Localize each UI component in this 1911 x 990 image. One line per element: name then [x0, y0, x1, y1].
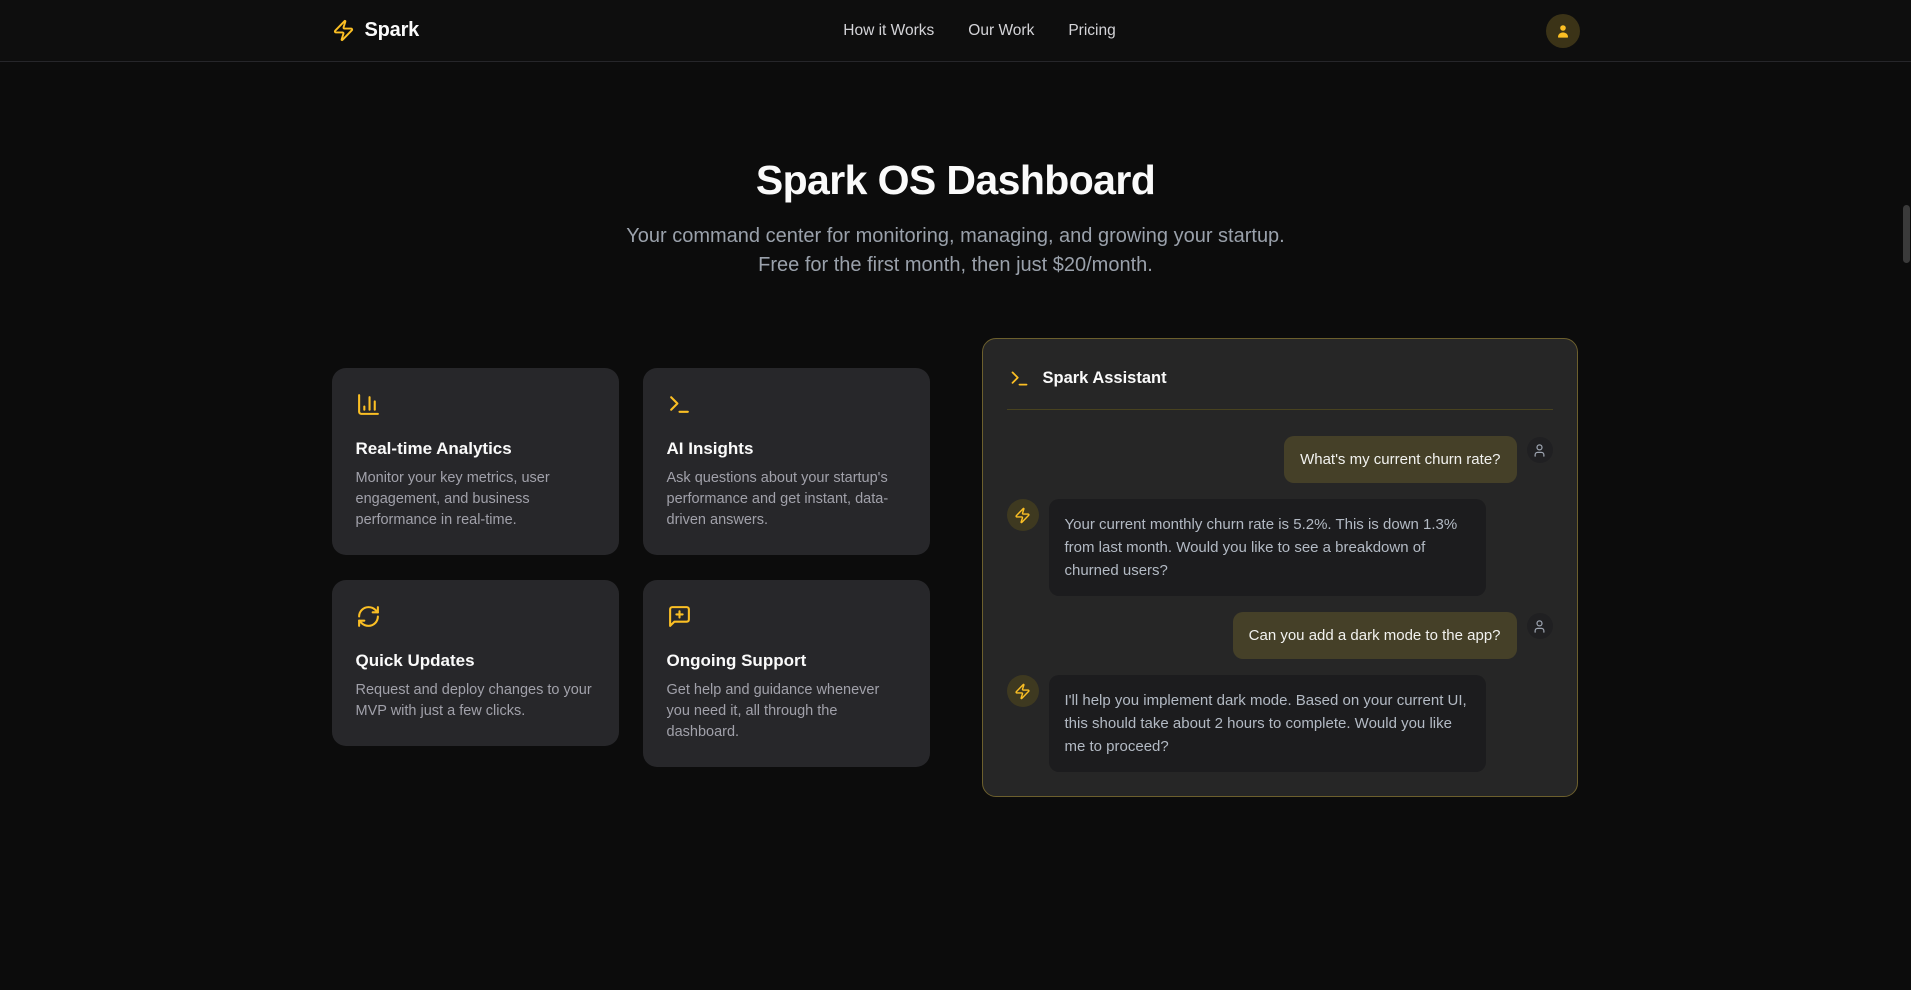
assistant-panel-header: Spark Assistant [1007, 363, 1553, 410]
nav-link[interactable]: Our Work [968, 22, 1034, 40]
chat-bubble: Your current monthly churn rate is 5.2%.… [1049, 499, 1486, 596]
feature-card: Quick Updates Request and deploy changes… [332, 580, 619, 746]
main-nav: How it Works Our Work Pricing [843, 22, 1115, 40]
assistant-avatar [1007, 675, 1039, 707]
feature-description: Monitor your key metrics, user engagemen… [356, 468, 595, 531]
feature-title: AI Insights [667, 439, 906, 459]
chart-column-icon [356, 392, 381, 417]
feature-title: Quick Updates [356, 651, 595, 671]
assistant-panel: Spark Assistant What's my current churn … [982, 338, 1578, 797]
main-content: Real-time Analytics Monitor your key met… [332, 338, 1580, 797]
chat-bubble: I'll help you implement dark mode. Based… [1049, 675, 1486, 772]
feature-card: Ongoing Support Get help and guidance wh… [643, 580, 930, 767]
feature-card: Real-time Analytics Monitor your key met… [332, 368, 619, 555]
user-icon [1555, 23, 1571, 39]
feature-title: Real-time Analytics [356, 439, 595, 459]
feature-description: Ask questions about your startup's perfo… [667, 468, 906, 531]
terminal-icon [1009, 368, 1030, 389]
nav-link[interactable]: Pricing [1068, 22, 1115, 40]
lightning-bolt-icon [332, 19, 355, 42]
chat-message-list: What's my current churn rate? Your curre… [1007, 436, 1553, 772]
message-plus-icon [667, 604, 692, 629]
hero-section: Spark OS Dashboard Your command center f… [0, 62, 1911, 280]
page-title: Spark OS Dashboard [0, 156, 1911, 204]
chat-message-row: What's my current churn rate? [1007, 436, 1553, 483]
lightning-bolt-icon [1014, 683, 1031, 700]
user-icon [1532, 619, 1547, 634]
user-avatar-button[interactable] [1546, 14, 1580, 48]
nav-link[interactable]: How it Works [843, 22, 934, 40]
feature-card: AI Insights Ask questions about your sta… [643, 368, 930, 555]
brand-name: Spark [365, 19, 420, 42]
page-subtitle: Your command center for monitoring, mana… [606, 222, 1306, 280]
user-avatar [1527, 613, 1553, 639]
brand-logo[interactable]: Spark [332, 19, 420, 42]
navbar: Spark How it Works Our Work Pricing [0, 0, 1911, 62]
user-avatar [1527, 437, 1553, 463]
user-icon [1532, 443, 1547, 458]
lightning-bolt-icon [1014, 507, 1031, 524]
assistant-panel-title: Spark Assistant [1043, 369, 1167, 388]
chat-message-row: Can you add a dark mode to the app? [1007, 612, 1553, 659]
feature-title: Ongoing Support [667, 651, 906, 671]
terminal-icon [667, 392, 692, 417]
vertical-scrollbar-thumb[interactable] [1903, 205, 1910, 263]
feature-description: Request and deploy changes to your MVP w… [356, 680, 595, 722]
chat-bubble: What's my current churn rate? [1284, 436, 1516, 483]
chat-message-row: Your current monthly churn rate is 5.2%.… [1007, 499, 1553, 596]
assistant-avatar [1007, 499, 1039, 531]
refresh-icon [356, 604, 381, 629]
chat-bubble: Can you add a dark mode to the app? [1233, 612, 1517, 659]
feature-description: Get help and guidance whenever you need … [667, 680, 906, 743]
chat-message-row: I'll help you implement dark mode. Based… [1007, 675, 1553, 772]
feature-grid: Real-time Analytics Monitor your key met… [332, 368, 930, 767]
